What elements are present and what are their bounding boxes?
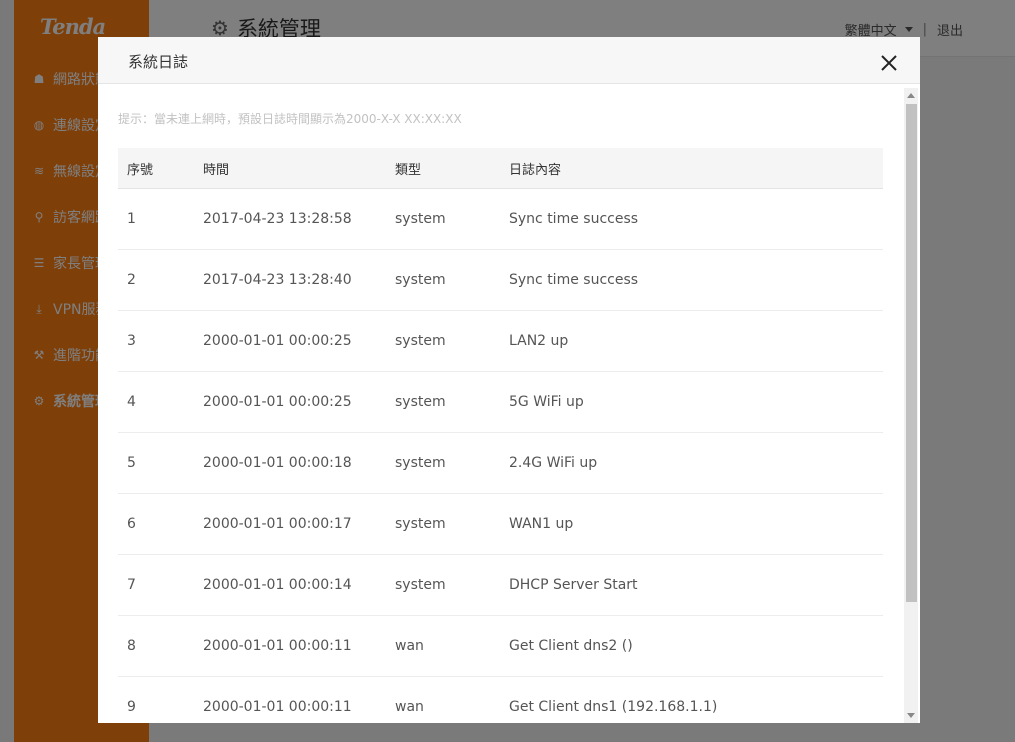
log-index-cell: 9 bbox=[118, 676, 203, 723]
log-content-cell: Get Client dns1 (192.168.1.1) bbox=[509, 676, 883, 723]
modal-header: 系統日誌 bbox=[98, 37, 920, 84]
table-row: 1 2017-04-23 13:28:58 system Sync time succ… bbox=[118, 188, 883, 250]
hint-text: 提示：當未連上網時，預設日誌時間顯示為2000-X-X XX:XX:XX bbox=[118, 112, 462, 126]
column-header-index: 序號 bbox=[118, 148, 203, 189]
modal-title: 系統日誌 bbox=[128, 53, 189, 71]
log-time-cell: 2000-01-01 00:00:17 bbox=[203, 493, 395, 555]
table-row: 3 2000-01-01 00:00:25 system LAN2 up bbox=[118, 310, 883, 372]
log-content-cell: LAN2 up bbox=[509, 310, 883, 372]
column-header-time: 時間 bbox=[203, 148, 395, 189]
modal-body: 提示：當未連上網時，預設日誌時間顯示為2000-X-X XX:XX:XX 序號 … bbox=[98, 84, 904, 723]
log-time-cell: 2000-01-01 00:00:25 bbox=[203, 310, 395, 372]
log-content-cell: Sync time success bbox=[509, 249, 883, 311]
table-header-row: 序號 時間 類型 日誌內容 bbox=[118, 148, 883, 189]
log-index-cell: 2 bbox=[118, 249, 203, 311]
system-log-modal: 系統日誌 提示：當未連上網時，預設日誌時間顯示為2000-X-X XX:XX:X… bbox=[98, 37, 920, 723]
log-time-cell: 2000-01-01 00:00:11 bbox=[203, 676, 395, 723]
log-content-cell: DHCP Server Start bbox=[509, 554, 883, 616]
log-type-cell: system bbox=[395, 371, 509, 433]
scroll-down-arrow-icon[interactable] bbox=[907, 713, 915, 718]
log-content-cell: Sync time success bbox=[509, 188, 883, 250]
log-time-cell: 2000-01-01 00:00:14 bbox=[203, 554, 395, 616]
table-row: 7 2000-01-01 00:00:14 system DHCP Server St… bbox=[118, 554, 883, 616]
log-time-cell: 2017-04-23 13:28:40 bbox=[203, 249, 395, 311]
log-time-cell: 2000-01-01 00:00:11 bbox=[203, 615, 395, 677]
log-content-cell: Get Client dns2 () bbox=[509, 615, 883, 677]
log-time-cell: 2000-01-01 00:00:25 bbox=[203, 371, 395, 433]
scroll-up-arrow-icon[interactable] bbox=[907, 93, 915, 98]
log-index-cell: 6 bbox=[118, 493, 203, 555]
log-table: 序號 時間 類型 日誌內容 1 2017-04-23 13:28:58 system… bbox=[118, 148, 883, 723]
table-row: 4 2000-01-01 00:00:25 system 5G WiFi up bbox=[118, 371, 883, 433]
table-row: 5 2000-01-01 00:00:18 system 2.4G WiFi up bbox=[118, 432, 883, 494]
log-type-cell: system bbox=[395, 188, 509, 250]
scroll-thumb[interactable] bbox=[906, 104, 917, 602]
log-content-cell: WAN1 up bbox=[509, 493, 883, 555]
column-header-content: 日誌內容 bbox=[509, 148, 883, 189]
log-index-cell: 8 bbox=[118, 615, 203, 677]
table-row: 2 2017-04-23 13:28:40 system Sync time succ… bbox=[118, 249, 883, 311]
log-type-cell: system bbox=[395, 493, 509, 555]
log-type-cell: system bbox=[395, 249, 509, 311]
log-type-cell: system bbox=[395, 432, 509, 494]
close-icon[interactable] bbox=[880, 54, 898, 72]
log-index-cell: 1 bbox=[118, 188, 203, 250]
log-content-cell: 5G WiFi up bbox=[509, 371, 883, 433]
table-row: 9 2000-01-01 00:00:11 wan Get Client dns1 (… bbox=[118, 676, 883, 723]
log-type-cell: wan bbox=[395, 676, 509, 723]
log-time-cell: 2000-01-01 00:00:18 bbox=[203, 432, 395, 494]
log-index-cell: 5 bbox=[118, 432, 203, 494]
vertical-scrollbar[interactable] bbox=[904, 88, 918, 723]
log-type-cell: system bbox=[395, 310, 509, 372]
close-button[interactable] bbox=[880, 54, 898, 72]
column-header-type: 類型 bbox=[395, 148, 509, 189]
table-row: 6 2000-01-01 00:00:17 system WAN1 up bbox=[118, 493, 883, 555]
log-index-cell: 7 bbox=[118, 554, 203, 616]
log-content-cell: 2.4G WiFi up bbox=[509, 432, 883, 494]
log-type-cell: system bbox=[395, 554, 509, 616]
log-index-cell: 3 bbox=[118, 310, 203, 372]
log-index-cell: 4 bbox=[118, 371, 203, 433]
table-row: 8 2000-01-01 00:00:11 wan Get Client dns2 (… bbox=[118, 615, 883, 677]
log-time-cell: 2017-04-23 13:28:58 bbox=[203, 188, 395, 250]
log-type-cell: wan bbox=[395, 615, 509, 677]
